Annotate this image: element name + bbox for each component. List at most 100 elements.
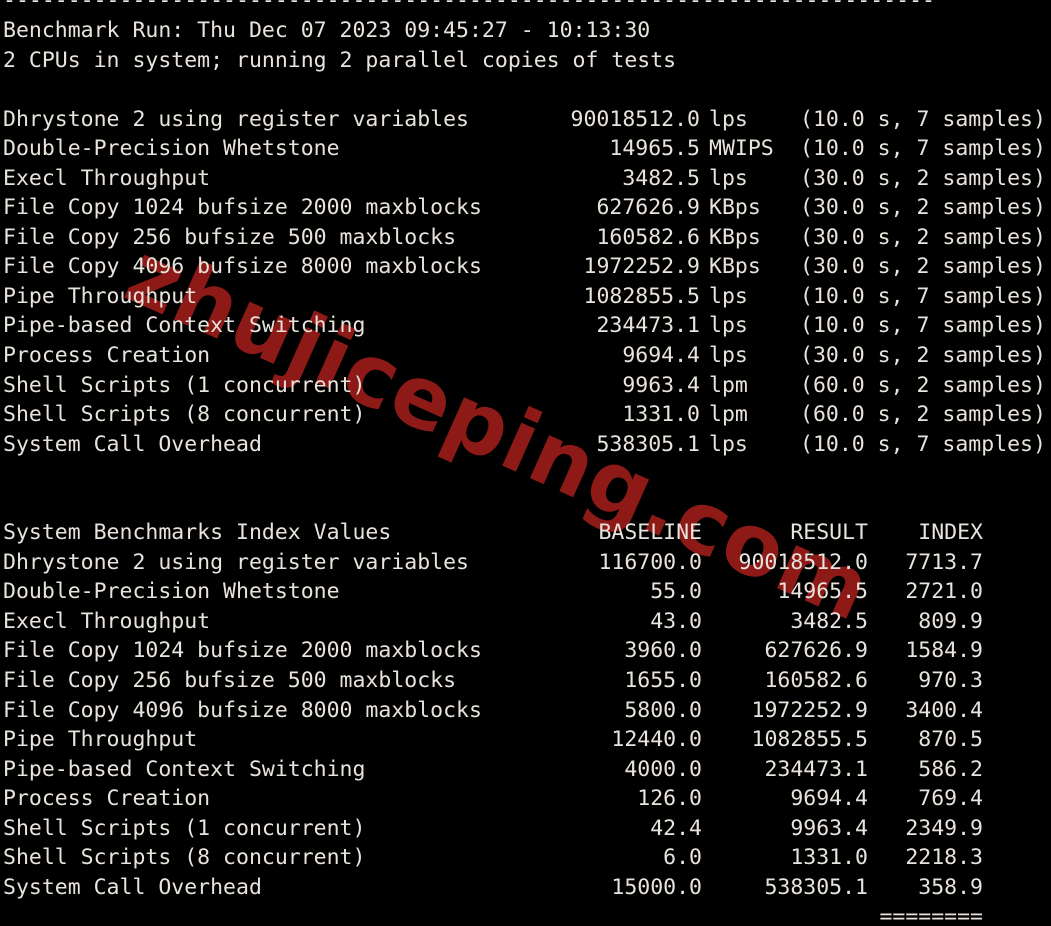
result-unit: lpm bbox=[709, 402, 748, 428]
index-row-index: 769.4 bbox=[918, 786, 983, 812]
index-row-result: 90018512.0 bbox=[738, 549, 868, 575]
result-unit: lps bbox=[709, 106, 748, 132]
result-label: Process Creation bbox=[3, 343, 211, 369]
result-timing: (10.0 s, 7 samples) bbox=[800, 106, 1046, 132]
result-value: 14965.5 bbox=[609, 136, 700, 162]
index-row-index: 2721.0 bbox=[905, 579, 983, 605]
index-row-index: 7713.7 bbox=[905, 549, 983, 575]
result-value: 538305.1 bbox=[596, 431, 700, 457]
result-unit: KBps bbox=[709, 224, 761, 250]
index-row-result: 627626.9 bbox=[764, 638, 868, 664]
index-row-result: 9694.4 bbox=[790, 786, 868, 812]
index-table-row: Process Creation 126.0 9694.4 769.4 bbox=[0, 784, 1051, 814]
result-label: File Copy 1024 bufsize 2000 maxblocks bbox=[3, 195, 482, 221]
index-row-baseline: 6.0 bbox=[663, 845, 702, 871]
result-value: 234473.1 bbox=[596, 313, 700, 339]
result-row: Double-Precision Whetstone 14965.5 MWIPS (1… bbox=[0, 134, 1051, 164]
index-table-row: Execl Throughput 43.0 3482.5 809.9 bbox=[0, 607, 1051, 637]
column-header-baseline: BASELINE bbox=[598, 520, 702, 546]
index-row-index: 2218.3 bbox=[905, 845, 983, 871]
result-value: 1972252.9 bbox=[583, 254, 701, 280]
result-label: Shell Scripts (1 concurrent) bbox=[3, 372, 366, 398]
result-label: System Call Overhead bbox=[3, 431, 262, 457]
index-table-row: Pipe Throughput 12440.0 1082855.5 870.5 bbox=[0, 725, 1051, 755]
result-unit: lps bbox=[709, 343, 748, 369]
index-row-result: 234473.1 bbox=[764, 756, 868, 782]
score-separator: ======== bbox=[879, 904, 983, 926]
index-row-label: Dhrystone 2 using register variables bbox=[3, 549, 469, 575]
index-row-label: File Copy 4096 bufsize 8000 maxblocks bbox=[3, 697, 482, 723]
index-row-index: 809.9 bbox=[918, 608, 983, 634]
index-row-result: 9963.4 bbox=[790, 815, 868, 841]
index-row-baseline: 55.0 bbox=[650, 579, 702, 605]
index-table-row: Shell Scripts (8 concurrent) 6.0 1331.0 221… bbox=[0, 843, 1051, 873]
result-unit: lpm bbox=[709, 372, 748, 398]
index-row-result: 160582.6 bbox=[764, 668, 868, 694]
result-unit: KBps bbox=[709, 195, 761, 221]
index-row-label: System Call Overhead bbox=[3, 874, 262, 900]
result-value: 1082855.5 bbox=[583, 283, 701, 309]
result-timing: (10.0 s, 7 samples) bbox=[800, 283, 1046, 309]
console-output: ----------------------------------------… bbox=[0, 0, 1051, 926]
result-row: System Call Overhead 538305.1 lps (10.0 s, … bbox=[0, 430, 1051, 460]
index-table-row: System Call Overhead 15000.0 538305.1 358.9 bbox=[0, 873, 1051, 903]
index-row-label: File Copy 256 bufsize 500 maxblocks bbox=[3, 668, 457, 694]
index-row-baseline: 116700.0 bbox=[598, 549, 702, 575]
result-row: Shell Scripts (8 concurrent) 1331.0 lpm (60… bbox=[0, 400, 1051, 430]
index-table-row: Shell Scripts (1 concurrent) 42.4 9963.4 23… bbox=[0, 814, 1051, 844]
result-unit: KBps bbox=[709, 254, 761, 280]
index-row-baseline: 5800.0 bbox=[624, 697, 702, 723]
index-row-label: Double-Precision Whetstone bbox=[3, 579, 340, 605]
index-row-label: Execl Throughput bbox=[3, 608, 211, 634]
index-row-result: 1972252.9 bbox=[751, 697, 869, 723]
index-row-result: 3482.5 bbox=[790, 608, 868, 634]
result-row: Pipe-based Context Switching 234473.1 lps (… bbox=[0, 311, 1051, 341]
index-row-result: 1331.0 bbox=[790, 845, 868, 871]
result-row: File Copy 256 bufsize 500 maxblocks 16058… bbox=[0, 223, 1051, 253]
index-row-index: 358.9 bbox=[918, 874, 983, 900]
result-timing: (60.0 s, 2 samples) bbox=[800, 402, 1046, 428]
result-unit: lps bbox=[709, 313, 748, 339]
result-unit: MWIPS bbox=[709, 136, 774, 162]
result-timing: (10.0 s, 7 samples) bbox=[800, 431, 1046, 457]
result-label: Dhrystone 2 using register variables bbox=[3, 106, 469, 132]
index-row-result: 538305.1 bbox=[764, 874, 868, 900]
top-rule: ----------------------------------------… bbox=[3, 0, 935, 13]
result-row: File Copy 1024 bufsize 2000 maxblocks 627… bbox=[0, 193, 1051, 223]
result-row: Pipe Throughput 1082855.5 lps (10.0 s, 7 sa… bbox=[0, 282, 1051, 312]
index-row-baseline: 1655.0 bbox=[624, 668, 702, 694]
index-row-index: 870.5 bbox=[918, 727, 983, 753]
index-row-baseline: 126.0 bbox=[637, 786, 702, 812]
result-row: File Copy 4096 bufsize 8000 maxblocks 197… bbox=[0, 252, 1051, 282]
result-timing: (30.0 s, 2 samples) bbox=[800, 224, 1046, 250]
result-value: 9963.4 bbox=[622, 372, 700, 398]
result-unit: lps bbox=[709, 283, 748, 309]
index-row-index: 970.3 bbox=[918, 668, 983, 694]
result-timing: (60.0 s, 2 samples) bbox=[800, 372, 1046, 398]
index-table-row: Double-Precision Whetstone 55.0 14965.5 272… bbox=[0, 577, 1051, 607]
result-timing: (10.0 s, 7 samples) bbox=[800, 313, 1046, 339]
result-value: 3482.5 bbox=[622, 165, 700, 191]
result-label: Double-Precision Whetstone bbox=[3, 136, 340, 162]
index-row-baseline: 4000.0 bbox=[624, 756, 702, 782]
result-timing: (30.0 s, 2 samples) bbox=[800, 254, 1046, 280]
terminal-window: zhujiceping.com ------------------------… bbox=[0, 0, 1051, 926]
column-header-result: RESULT bbox=[790, 520, 868, 546]
index-row-label: File Copy 1024 bufsize 2000 maxblocks bbox=[3, 638, 482, 664]
index-row-result: 1082855.5 bbox=[751, 727, 869, 753]
index-row-baseline: 42.4 bbox=[650, 815, 702, 841]
result-label: File Copy 4096 bufsize 8000 maxblocks bbox=[3, 254, 482, 280]
index-row-baseline: 3960.0 bbox=[624, 638, 702, 664]
score-separator-row: ======== bbox=[0, 902, 1051, 926]
result-label: Pipe Throughput bbox=[3, 283, 198, 309]
index-row-index: 586.2 bbox=[918, 756, 983, 782]
result-row: Shell Scripts (1 concurrent) 9963.4 lpm (60… bbox=[0, 371, 1051, 401]
index-row-label: Process Creation bbox=[3, 786, 211, 812]
result-timing: (30.0 s, 2 samples) bbox=[800, 165, 1046, 191]
result-value: 9694.4 bbox=[622, 343, 700, 369]
index-table-row: Dhrystone 2 using register variables 1167… bbox=[0, 548, 1051, 578]
result-row: Process Creation 9694.4 lps (30.0 s, 2 samp… bbox=[0, 341, 1051, 371]
result-timing: (30.0 s, 2 samples) bbox=[800, 343, 1046, 369]
